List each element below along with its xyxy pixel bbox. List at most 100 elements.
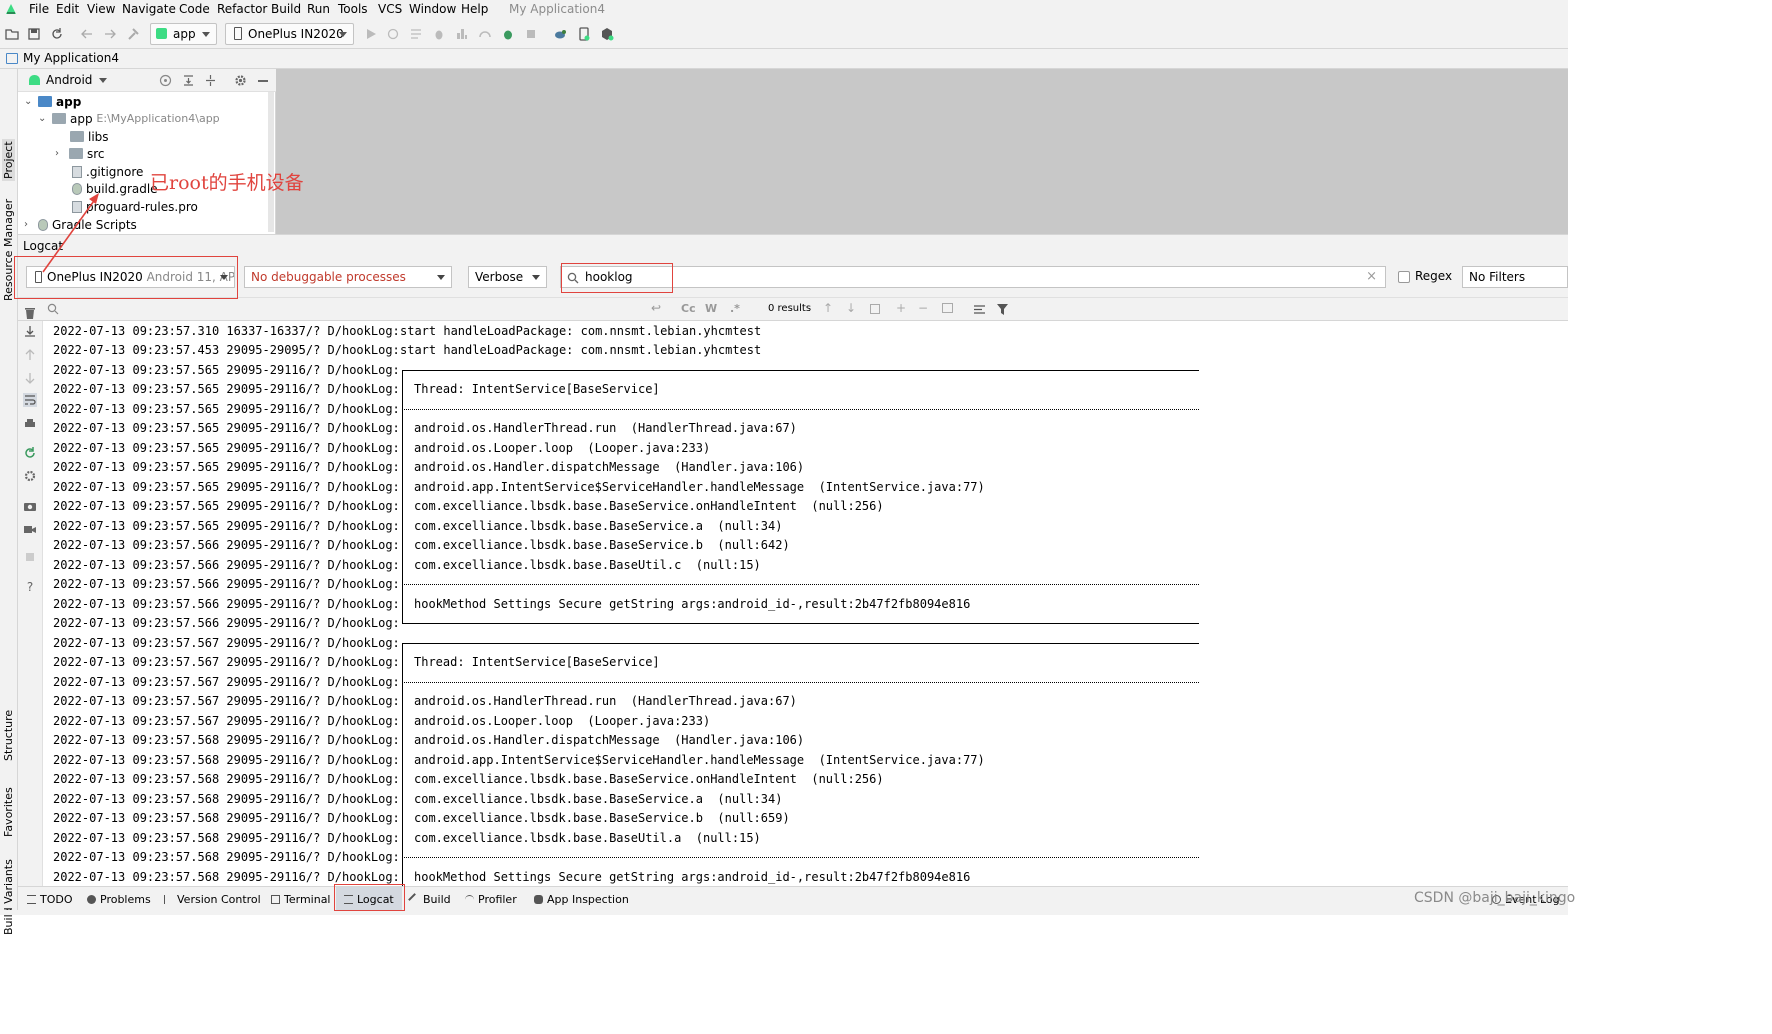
help-icon[interactable]: ? <box>23 580 37 594</box>
camera-icon[interactable] <box>23 499 37 513</box>
tab-problems[interactable]: Problems <box>87 893 151 906</box>
print-icon[interactable] <box>23 417 37 431</box>
regex-label: Regex <box>1415 269 1453 283</box>
menu-navigate[interactable]: Navigate <box>122 2 176 16</box>
select-all-icon[interactable] <box>870 304 880 314</box>
tree-item-build-gradle[interactable]: build.gradle <box>72 180 158 197</box>
forward-icon[interactable] <box>103 27 117 41</box>
clear-icon[interactable]: × <box>1366 269 1377 284</box>
gear-icon[interactable] <box>23 469 37 483</box>
device-select[interactable]: OnePlus IN2020 <box>225 23 354 45</box>
hammer-icon[interactable] <box>126 27 140 41</box>
trash-icon[interactable] <box>23 306 37 320</box>
tab-todo[interactable]: TODO <box>27 893 73 906</box>
wrap-icon[interactable]: ↩ <box>651 301 661 315</box>
menu-window[interactable]: Window <box>409 2 456 16</box>
next-occurrence-icon[interactable]: ↓ <box>846 301 856 315</box>
tab-app-inspection[interactable]: App Inspection <box>534 893 629 906</box>
debug-icon[interactable] <box>432 27 446 41</box>
tree-item-libs[interactable]: libs <box>70 128 109 145</box>
regex-toggle[interactable]: .* <box>730 302 740 315</box>
run-icon[interactable] <box>364 27 378 41</box>
process-select[interactable]: No debuggable processes <box>244 266 452 288</box>
run-config-select[interactable]: app <box>150 23 217 45</box>
tab-favorites[interactable]: Favorites <box>2 787 15 837</box>
open-folder-icon[interactable] <box>5 27 19 41</box>
menu-file[interactable]: File <box>29 2 49 16</box>
run-tests-icon[interactable] <box>501 27 515 41</box>
collapse-all-icon[interactable] <box>204 74 217 87</box>
tree-item-src[interactable]: › src <box>55 145 105 162</box>
tab-build-variants[interactable]: Build Variants <box>2 859 15 935</box>
logcat-output[interactable]: 2022-07-13 09:23:57.310 16337-16337/? D/… <box>43 321 1568 886</box>
log-line-message: android.os.HandlerThread.run (HandlerThr… <box>414 421 797 435</box>
profile-icon[interactable] <box>455 27 469 41</box>
whole-words-toggle[interactable]: W <box>705 302 717 315</box>
log-level-select[interactable]: Verbose <box>468 266 547 288</box>
tree-item-proguard[interactable]: proguard-rules.pro <box>72 198 198 215</box>
remove-selection-icon[interactable]: − <box>918 301 928 315</box>
menu-view[interactable]: View <box>87 2 115 16</box>
minimize-icon[interactable] <box>258 80 268 82</box>
tab-version-control[interactable]: Version Control <box>164 893 261 906</box>
find-input[interactable] <box>63 300 653 319</box>
tab-profiler[interactable]: Profiler <box>465 893 517 906</box>
menu-refactor[interactable]: Refactor <box>217 2 267 16</box>
tab-structure[interactable]: Structure <box>2 710 15 761</box>
breadcrumb-project[interactable]: My Application4 <box>23 51 119 65</box>
log-line-message: Thread: IntentService[BaseService] <box>414 655 660 669</box>
sync-icon[interactable] <box>50 27 64 41</box>
tree-item-gradle-scripts[interactable]: › Gradle Scripts <box>24 216 137 233</box>
add-selection-icon[interactable]: + <box>896 301 906 315</box>
tree-item-path: E:\MyApplication4\app <box>96 112 220 125</box>
sdk-manager-icon[interactable] <box>600 27 614 41</box>
tab-build[interactable]: Build <box>408 893 451 906</box>
view-mode-select[interactable]: Android <box>46 73 92 87</box>
menu-build[interactable]: Build <box>271 2 301 16</box>
stop-icon[interactable] <box>524 27 538 41</box>
filter-label: No Filters <box>1469 270 1526 284</box>
menu-vcs[interactable]: VCS <box>378 2 402 16</box>
locate-icon[interactable] <box>159 74 172 87</box>
video-icon[interactable] <box>23 522 37 536</box>
apply-code-changes-icon[interactable] <box>409 27 423 41</box>
attach-debugger-icon[interactable] <box>478 27 492 41</box>
tree-item-app-dir[interactable]: ⌄ app E:\MyApplication4\app <box>38 110 220 127</box>
menu-code[interactable]: Code <box>179 2 210 16</box>
menu-help[interactable]: Help <box>461 2 488 16</box>
filter-settings-icon[interactable] <box>973 303 986 316</box>
tree-item-app-module[interactable]: ⌄ app <box>24 93 81 110</box>
log-line-prefix: 2022-07-13 09:23:57.567 29095-29116/? D/… <box>53 713 400 728</box>
device-manager-icon[interactable] <box>577 27 591 41</box>
file-icon <box>72 200 82 213</box>
status-bar <box>0 910 1568 915</box>
back-icon[interactable] <box>80 27 94 41</box>
tree-item-gitignore[interactable]: .gitignore <box>72 163 143 180</box>
menu-tools[interactable]: Tools <box>338 2 368 16</box>
select-all-occurrences-icon[interactable] <box>942 303 953 313</box>
chevron-down-icon[interactable] <box>99 78 107 83</box>
expand-all-icon[interactable] <box>182 74 195 87</box>
regex-checkbox[interactable] <box>1398 271 1410 283</box>
scroll-to-end-icon[interactable] <box>23 324 37 338</box>
restart-icon[interactable] <box>23 446 37 460</box>
stop-icon[interactable] <box>23 550 37 564</box>
match-case-toggle[interactable]: Cc <box>681 302 696 315</box>
down-arrow-icon[interactable] <box>23 371 37 385</box>
soft-wrap-icon[interactable] <box>23 393 37 407</box>
gradle-sync-icon[interactable] <box>553 27 567 41</box>
gear-icon[interactable] <box>234 74 247 87</box>
previous-occurrence-icon[interactable]: ↑ <box>823 301 833 315</box>
funnel-icon[interactable] <box>996 303 1009 316</box>
logcat-header: Logcat <box>18 234 1568 255</box>
logcat-search-input[interactable]: hooklog × <box>560 266 1386 288</box>
scrollbar[interactable] <box>268 92 274 232</box>
menu-run[interactable]: Run <box>307 2 330 16</box>
save-icon[interactable] <box>27 27 41 41</box>
up-arrow-icon[interactable] <box>23 348 37 362</box>
apply-changes-icon[interactable] <box>386 27 400 41</box>
tab-terminal[interactable]: Terminal <box>271 893 331 906</box>
filter-config-select[interactable]: No Filters <box>1462 266 1568 288</box>
tab-project[interactable]: Project <box>2 139 15 181</box>
menu-edit[interactable]: Edit <box>56 2 79 16</box>
